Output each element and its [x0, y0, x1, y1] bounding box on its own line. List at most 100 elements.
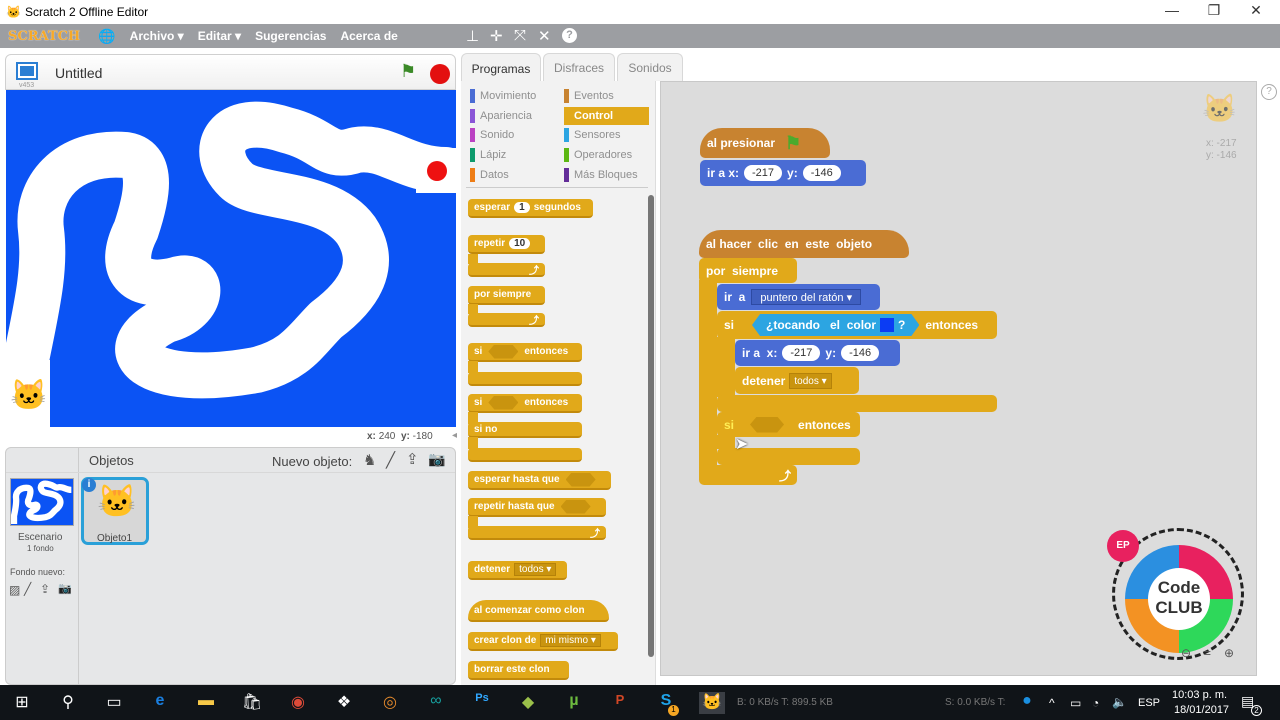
info-icon[interactable]: i	[82, 478, 96, 492]
y-input-2[interactable]: -146	[841, 345, 880, 361]
palette-delete-clone-block[interactable]: borrar este clon	[468, 661, 569, 680]
palette-repeat-block[interactable]: repetir 10	[468, 235, 545, 254]
arduino-icon[interactable]: ∞	[423, 692, 449, 714]
notification-app-icon[interactable]: ●	[1014, 692, 1040, 714]
backdrop-library-icon[interactable]: ▨	[9, 583, 20, 597]
stop-dropdown[interactable]: todos ▾	[789, 372, 832, 389]
grow-icon[interactable]: ✛	[490, 27, 503, 45]
photoshop-icon[interactable]: Ps	[469, 692, 495, 714]
upload-sprite-icon[interactable]: ⇪	[406, 450, 419, 468]
language-indicator[interactable]: ESP	[1138, 697, 1160, 709]
when-sprite-clicked-hat-block[interactable]: al hacer clic en este objeto	[699, 230, 909, 258]
edge-icon[interactable]: e	[147, 692, 173, 714]
help-icon[interactable]: ?	[562, 28, 577, 43]
globe-icon[interactable]: 🌐	[98, 28, 115, 45]
presentation-mode-icon[interactable]	[16, 62, 38, 80]
when-flag-hat-block[interactable]: al presionar ⚑	[700, 128, 830, 158]
scratch-taskbar-icon[interactable]: 🐱	[699, 692, 725, 714]
utorrent-icon[interactable]: µ	[561, 692, 587, 714]
close-button[interactable]: ✕	[1241, 2, 1271, 19]
scratch-logo[interactable]: SCRATCH	[8, 29, 80, 44]
dropbox-icon[interactable]: ❖	[331, 692, 357, 714]
wifi-icon[interactable]: ◔	[1092, 696, 1099, 710]
shrink-icon[interactable]: ✕	[538, 27, 551, 45]
palette-repeat-until-block[interactable]: repetir hasta que	[468, 498, 606, 517]
zoom-out-icon[interactable]: ⊖	[1181, 646, 1191, 660]
camera-sprite-icon[interactable]: 📷	[428, 451, 445, 468]
category-eventos[interactable]: Eventos	[564, 87, 649, 105]
file-explorer-icon[interactable]: ▬	[193, 692, 219, 714]
sprite-library-icon[interactable]: ♞	[363, 451, 376, 469]
x-input[interactable]: -217	[744, 165, 783, 181]
stage-collapse-arrow[interactable]: ◂	[452, 430, 457, 441]
palette-stop-block[interactable]: detener todos ▾	[468, 561, 567, 580]
sprite-thumb-objeto1[interactable]: i 🐱 Objeto1	[81, 477, 149, 545]
category-sonido[interactable]: Sonido	[470, 126, 560, 144]
menu-acerca-de[interactable]: Acerca de	[340, 29, 397, 43]
goto-xy-block-2[interactable]: ir a x: -217 y: -146	[735, 340, 900, 366]
palette-wait-until-block[interactable]: esperar hasta que	[468, 471, 611, 490]
menu-archivo[interactable]: Archivo ▾	[130, 29, 184, 43]
stop-button[interactable]	[430, 64, 450, 84]
zoom-reset-icon[interactable]: =	[1204, 646, 1211, 660]
category-lápiz[interactable]: Lápiz	[470, 146, 560, 164]
category-datos[interactable]: Datos	[470, 166, 560, 184]
restore-button[interactable]: ❐	[1199, 2, 1229, 19]
goal-dot	[427, 161, 447, 181]
minimize-button[interactable]: —	[1157, 2, 1187, 18]
y-input[interactable]: -146	[802, 165, 841, 181]
palette-create-clone-block[interactable]: crear clon de mi mismo ▾	[468, 632, 618, 651]
color-swatch[interactable]	[880, 318, 894, 332]
palette-if-block[interactable]: si entonces	[468, 343, 582, 362]
category-control[interactable]: Control	[564, 106, 649, 125]
goto-target-dropdown[interactable]: puntero del ratón ▾	[751, 289, 862, 305]
expand-icon[interactable]: ⤧	[514, 27, 526, 44]
menu-editar[interactable]: Editar ▾	[198, 29, 241, 43]
app-icon[interactable]: ◎	[377, 692, 403, 714]
battery-icon[interactable]: ▭	[1070, 696, 1081, 710]
search-icon[interactable]: ⚲	[55, 692, 81, 714]
tab-programas[interactable]: Programas	[461, 53, 541, 83]
paint-backdrop-icon[interactable]: ╱	[24, 582, 31, 596]
upload-backdrop-icon[interactable]: ⇪	[40, 582, 50, 596]
palette-ifelse-block[interactable]: si entonces	[468, 394, 582, 413]
stop-block[interactable]: detener todos ▾	[735, 367, 859, 394]
x-input-2[interactable]: -217	[782, 345, 821, 361]
chrome-icon[interactable]: ◉	[285, 692, 311, 714]
palette-forever-block[interactable]: por siempre	[468, 286, 545, 305]
task-view-icon[interactable]: ▭	[101, 692, 127, 714]
powerpoint-icon[interactable]: P	[607, 692, 633, 714]
paint-sprite-icon[interactable]: ╱	[386, 451, 395, 469]
palette-wait-block[interactable]: esperar 1 segundos	[468, 199, 593, 218]
clock-time[interactable]: 10:03 p. m.	[1172, 689, 1227, 701]
stage-thumbnail[interactable]	[10, 478, 74, 526]
category-apariencia[interactable]: Apariencia	[470, 107, 560, 125]
camera-backdrop-icon[interactable]: 📷	[58, 582, 72, 595]
if-touching-color-block[interactable]: si ¿tocando el color? entonces	[717, 311, 997, 339]
tab-disfraces[interactable]: Disfraces	[543, 53, 615, 81]
clock-date[interactable]: 18/01/2017	[1174, 704, 1229, 716]
category-movimiento[interactable]: Movimiento	[470, 87, 560, 105]
windows-start-icon[interactable]: ⊞	[9, 692, 35, 714]
goto-target-block[interactable]: ir a puntero del ratón ▾	[717, 284, 880, 310]
cat-sprite[interactable]: 🐱	[10, 378, 47, 413]
volume-icon[interactable]: 🔈	[1112, 695, 1127, 709]
menu-sugerencias[interactable]: Sugerencias	[255, 29, 326, 43]
tray-expand-icon[interactable]: ^	[1049, 696, 1055, 710]
category-operadores[interactable]: Operadores	[564, 146, 649, 164]
goto-xy-block[interactable]: ir a x: -217 y: -146	[700, 160, 866, 186]
green-flag-button[interactable]: ⚑	[400, 61, 416, 82]
touching-color-block[interactable]: ¿tocando el color?	[752, 314, 919, 336]
store-icon[interactable]: 🛍	[239, 692, 265, 714]
palette-clone-start-block[interactable]: al comenzar como clon	[468, 600, 609, 622]
category-más-bloques[interactable]: Más Bloques	[564, 166, 649, 184]
category-sensores[interactable]: Sensores	[564, 126, 649, 144]
stage-canvas[interactable]: 🐱	[6, 90, 456, 427]
tab-sonidos[interactable]: Sonidos	[617, 53, 683, 81]
stamp-icon[interactable]: ⊥	[466, 27, 479, 45]
help-icon[interactable]: ?	[1261, 84, 1277, 100]
app2-icon[interactable]: ◆	[515, 692, 541, 714]
palette-scrollbar[interactable]	[648, 195, 654, 657]
project-title[interactable]: Untitled	[55, 65, 102, 81]
zoom-in-icon[interactable]: ⊕	[1224, 646, 1234, 660]
